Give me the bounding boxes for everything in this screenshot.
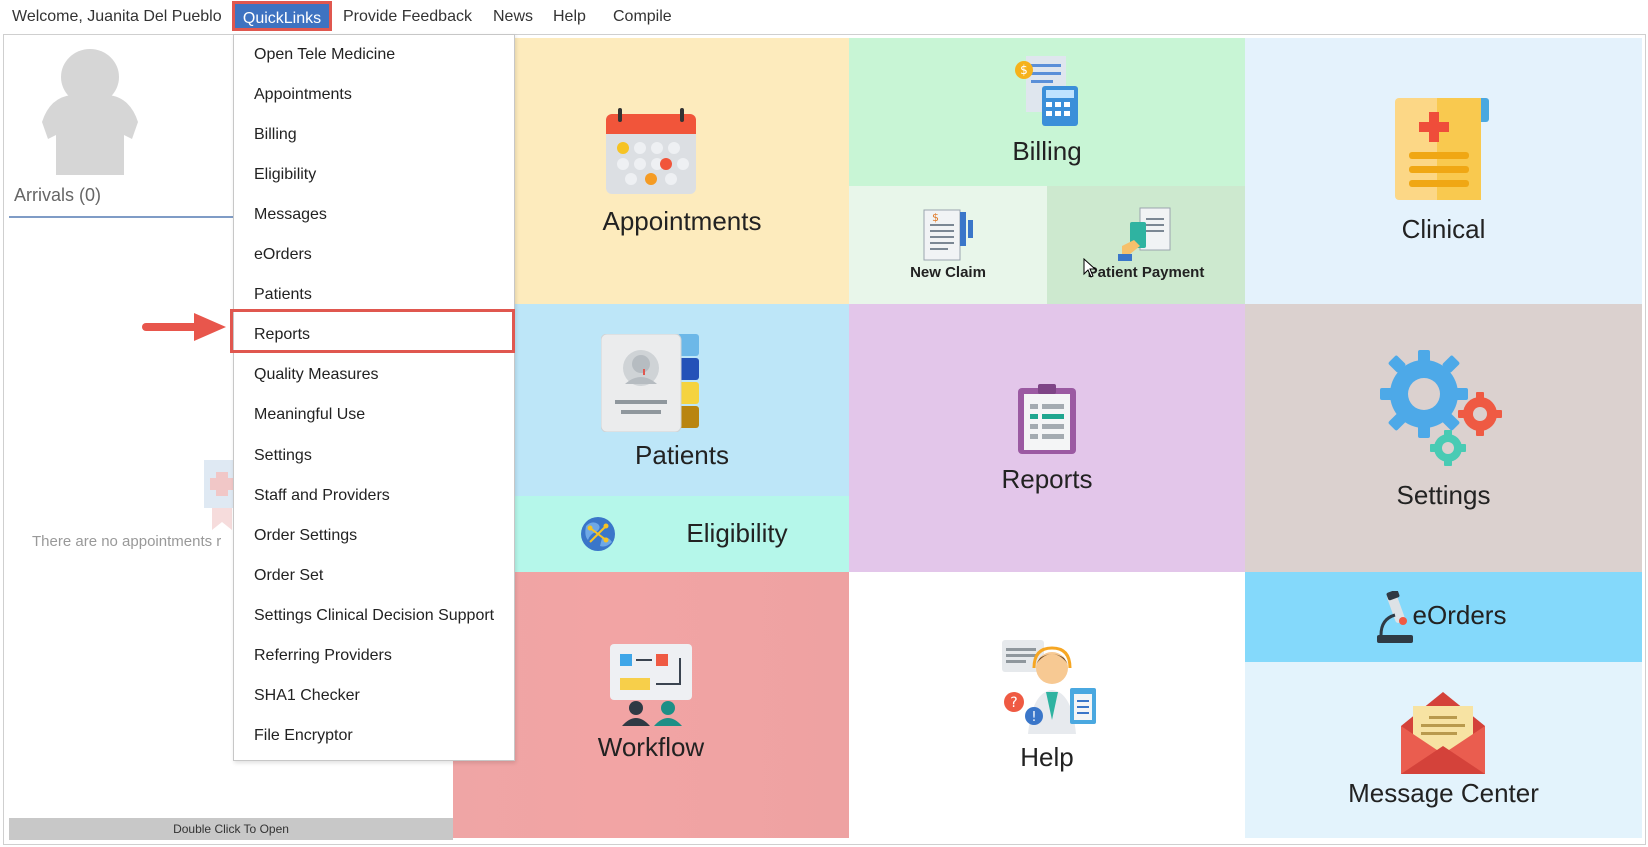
settings-tile[interactable]: Settings bbox=[1245, 304, 1642, 572]
quicklink-eligibility[interactable]: Eligibility bbox=[254, 166, 509, 184]
calendar-icon bbox=[606, 108, 696, 194]
billing-tile[interactable]: $ Billing bbox=[849, 38, 1245, 186]
svg-text:?: ? bbox=[1010, 695, 1017, 711]
quicklink-reports[interactable]: Reports bbox=[254, 326, 509, 344]
quicklink-file-encryptor[interactable]: File Encryptor bbox=[254, 727, 509, 745]
eorders-tile[interactable]: eOrders bbox=[1245, 572, 1642, 662]
new-claim-tile[interactable]: $ New Claim bbox=[849, 186, 1047, 304]
quicklink-settings-clinical-decision-support[interactable]: Settings Clinical Decision Support bbox=[254, 607, 509, 625]
quicklink-billing[interactable]: Billing bbox=[254, 126, 509, 144]
eligibility-tile-label: Eligibility bbox=[686, 518, 788, 548]
user-avatar-icon bbox=[42, 49, 138, 175]
quicklink-staff-and-providers[interactable]: Staff and Providers bbox=[254, 487, 509, 505]
quicklink-patients[interactable]: Patients bbox=[254, 286, 509, 304]
quicklink-settings[interactable]: Settings bbox=[254, 447, 509, 465]
clinical-tile-label: Clinical bbox=[1401, 214, 1486, 244]
svg-text:!: ! bbox=[1031, 710, 1036, 725]
svg-text:$: $ bbox=[1020, 63, 1028, 77]
help-support-agent-icon: ? ! bbox=[1002, 640, 1096, 734]
svg-text:$: $ bbox=[932, 211, 939, 224]
new-claim-tile-label: New Claim bbox=[910, 264, 986, 281]
quicklink-meaningful-use[interactable]: Meaningful Use bbox=[254, 406, 509, 424]
quicklinks-menu-button[interactable]: QuickLinks bbox=[232, 1, 332, 31]
patient-contacts-icon bbox=[601, 334, 699, 432]
quicklink-open-tele-medicine[interactable]: Open Tele Medicine bbox=[254, 46, 509, 64]
settings-gears-icon bbox=[1380, 350, 1502, 466]
quicklink-order-set[interactable]: Order Set bbox=[254, 567, 509, 585]
arrivals-underline bbox=[9, 216, 237, 218]
settings-tile-label: Settings bbox=[1396, 480, 1491, 510]
patient-payment-icon bbox=[1118, 207, 1171, 261]
double-click-to-open-bar[interactable]: Double Click To Open bbox=[9, 818, 453, 840]
quicklink-sha1-checker[interactable]: SHA1 Checker bbox=[254, 687, 509, 705]
eorders-tile-label: eOrders bbox=[1412, 600, 1507, 630]
message-center-tile[interactable]: Message Center bbox=[1245, 662, 1642, 838]
clinical-medical-record-icon bbox=[1395, 98, 1489, 200]
message-envelope-icon bbox=[1401, 692, 1485, 774]
quicklink-referring-providers[interactable]: Referring Providers bbox=[254, 647, 509, 665]
claim-document-icon: $ bbox=[923, 209, 973, 261]
news-menu[interactable]: News bbox=[493, 0, 533, 33]
help-tile[interactable]: ? ! Help bbox=[849, 572, 1245, 838]
appointments-tile-label: Appointments bbox=[602, 206, 762, 236]
quicklink-quality-measures[interactable]: Quality Measures bbox=[254, 366, 509, 384]
mouse-cursor-icon bbox=[1083, 258, 1097, 278]
compile-menu[interactable]: Compile bbox=[613, 0, 672, 33]
annotation-arrow-icon bbox=[142, 313, 226, 341]
quicklink-eorders[interactable]: eOrders bbox=[254, 246, 509, 264]
billing-calculator-icon: $ bbox=[1015, 56, 1078, 126]
no-appointments-message: There are no appointments r bbox=[32, 533, 222, 550]
provide-feedback-menu[interactable]: Provide Feedback bbox=[343, 0, 472, 33]
clinical-tile[interactable]: Clinical bbox=[1245, 38, 1642, 304]
patients-tile-label: Patients bbox=[635, 440, 729, 470]
patient-payment-tile-label: Patient Payment bbox=[1087, 264, 1205, 281]
help-menu[interactable]: Help bbox=[553, 0, 586, 33]
quicklink-order-settings[interactable]: Order Settings bbox=[254, 527, 509, 545]
workflow-board-icon bbox=[610, 644, 692, 726]
help-tile-label: Help bbox=[1020, 742, 1074, 772]
quicklink-appointments[interactable]: Appointments bbox=[254, 86, 509, 104]
welcome-text: Welcome, Juanita Del Pueblo bbox=[12, 8, 222, 25]
reports-clipboard-icon bbox=[1018, 384, 1076, 454]
reports-tile-label: Reports bbox=[1001, 464, 1093, 494]
arrivals-label[interactable]: Arrivals (0) bbox=[14, 185, 101, 206]
patient-payment-tile[interactable]: Patient Payment bbox=[1047, 186, 1245, 304]
message-center-tile-label: Message Center bbox=[1348, 778, 1539, 808]
patients-tile[interactable]: Patients bbox=[515, 304, 849, 496]
reports-tile[interactable]: Reports bbox=[849, 304, 1245, 572]
eligibility-tile[interactable]: Eligibility bbox=[515, 496, 849, 572]
billing-tile-label: Billing bbox=[1012, 136, 1082, 166]
quicklink-messages[interactable]: Messages bbox=[254, 206, 509, 224]
quicklinks-dropdown-menu: Open Tele Medicine Appointments Billing … bbox=[230, 34, 515, 761]
top-menu-bar: Welcome, Juanita Del Pueblo QuickLinks P… bbox=[0, 0, 1648, 34]
appointments-tile[interactable]: Appointments bbox=[515, 38, 849, 304]
